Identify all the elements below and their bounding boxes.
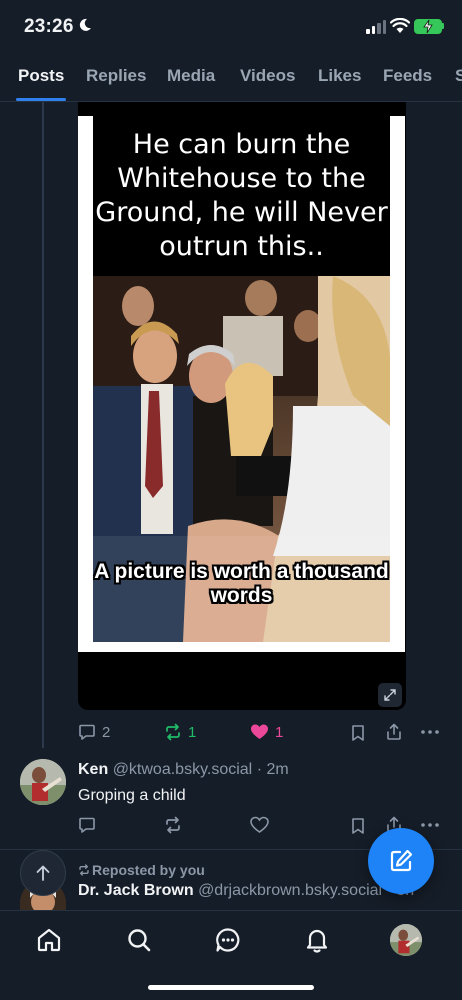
heart-filled-icon <box>251 724 268 739</box>
more-options-button[interactable] <box>420 816 440 834</box>
author-name[interactable]: Ken <box>78 761 108 778</box>
nav-home[interactable] <box>34 925 64 955</box>
bookmark-button[interactable] <box>350 724 366 742</box>
compose-post-button[interactable] <box>368 828 434 894</box>
status-time: 23:26 <box>24 16 74 37</box>
nav-chat[interactable] <box>213 925 243 955</box>
reply-icon <box>79 724 95 740</box>
more-options-button[interactable] <box>420 723 440 741</box>
moon-icon <box>79 18 91 31</box>
bookmark-icon <box>352 818 364 834</box>
post-time: · 2m <box>256 761 289 778</box>
ellipsis-icon <box>421 823 439 827</box>
tab-feeds[interactable]: Feeds <box>383 66 432 86</box>
reply-count: 2 <box>102 723 111 741</box>
repost-button[interactable]: 1 <box>164 723 196 741</box>
search-icon <box>128 929 151 952</box>
arrow-up-icon <box>36 865 50 881</box>
heart-icon <box>250 816 269 833</box>
repost-icon <box>166 816 180 834</box>
like-button[interactable]: 1 <box>250 723 283 741</box>
ellipsis-icon <box>421 730 439 734</box>
bookmark-button[interactable] <box>350 817 366 835</box>
avatar-image <box>390 924 422 956</box>
tab-likes[interactable]: Likes <box>318 66 361 86</box>
tab-videos[interactable]: Videos <box>240 66 295 86</box>
cellular-signal-icon <box>366 20 386 34</box>
author-handle[interactable]: @drjackbrown.bsky.social <box>198 882 382 899</box>
bell-icon <box>306 929 328 953</box>
compose-icon <box>390 849 413 872</box>
share-icon <box>387 723 401 740</box>
avatar[interactable] <box>20 759 66 805</box>
reply-header: Ken @ktwoa.bsky.social · 2m <box>78 761 289 779</box>
home-icon <box>37 928 61 952</box>
author-handle[interactable]: @ktwoa.bsky.social <box>113 761 253 778</box>
thread-connector-line <box>42 102 44 748</box>
like-button[interactable] <box>250 816 269 834</box>
expand-icon <box>384 689 396 701</box>
avatar-image <box>20 759 66 805</box>
reply-text: Groping a child <box>78 787 186 804</box>
share-button[interactable] <box>385 723 403 741</box>
nav-search[interactable] <box>124 925 154 955</box>
tab-replies[interactable]: Replies <box>86 66 146 86</box>
chat-icon <box>216 928 240 952</box>
repost-icon <box>166 723 180 741</box>
meme-caption: A picture is worth a thousand words <box>94 560 389 607</box>
like-count: 1 <box>275 723 284 741</box>
reply-button[interactable]: 2 <box>78 723 110 741</box>
repost-label-text: Reposted by you <box>92 862 205 878</box>
repost-label: Reposted by you <box>78 862 205 878</box>
home-indicator <box>148 985 314 990</box>
tab-starter-packs[interactable]: S <box>455 66 462 86</box>
reply-button[interactable] <box>78 816 96 834</box>
expand-media-button[interactable] <box>378 683 402 707</box>
scroll-to-top-button[interactable] <box>20 850 66 896</box>
nav-notifications[interactable] <box>302 925 332 955</box>
tab-media[interactable]: Media <box>167 66 215 86</box>
bookmark-icon <box>352 725 364 741</box>
nav-profile-avatar[interactable] <box>390 924 422 956</box>
reply-icon <box>79 817 95 833</box>
repost-button[interactable] <box>164 816 182 834</box>
author-name[interactable]: Dr. Jack Brown <box>78 882 194 899</box>
battery-tip <box>442 23 444 29</box>
tab-posts[interactable]: Posts <box>18 66 64 86</box>
meme-top-text: He can burn the Whitehouse to the Ground… <box>95 129 388 262</box>
charging-bolt-icon <box>423 19 433 34</box>
wifi-icon <box>390 18 410 33</box>
repost-count: 1 <box>188 723 197 741</box>
profile-tabs: Posts Replies Media Videos Likes Feeds S <box>0 58 462 102</box>
repost-small-icon <box>79 864 89 876</box>
